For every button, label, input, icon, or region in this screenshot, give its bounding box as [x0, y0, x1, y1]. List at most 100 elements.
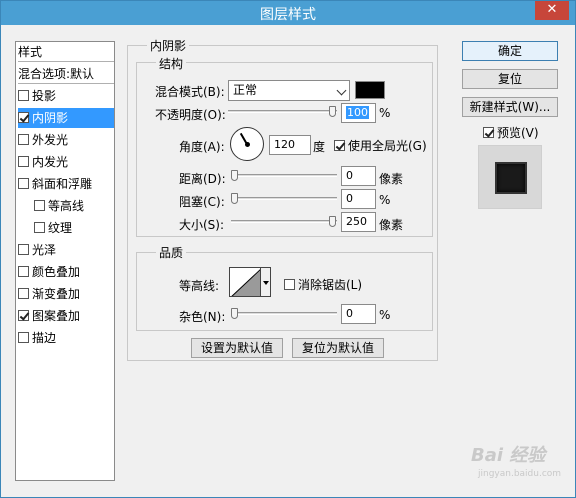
contour-label: 等高线:	[179, 279, 220, 293]
opacity-slider[interactable]	[228, 106, 337, 117]
opacity-input[interactable]: 100	[341, 103, 376, 123]
style-item-drop-shadow[interactable]: 投影	[18, 86, 114, 106]
style-item-color-overlay[interactable]: 颜色叠加	[18, 262, 114, 282]
angle-dial[interactable]	[230, 127, 264, 161]
make-default-button[interactable]: 设置为默认值	[191, 338, 283, 358]
angle-input[interactable]: 120	[269, 135, 311, 155]
angle-unit: 度	[313, 140, 326, 154]
style-item-label: 光泽	[32, 243, 57, 257]
style-item-outer-glow[interactable]: 外发光	[18, 130, 114, 150]
stroke-checkbox[interactable]	[18, 332, 29, 343]
contour-curve-icon	[231, 269, 260, 296]
structure-title: 结构	[156, 55, 187, 72]
distance-slider[interactable]	[231, 170, 337, 181]
new-style-button[interactable]: 新建样式(W)...	[462, 97, 558, 117]
drop-shadow-checkbox[interactable]	[18, 90, 29, 101]
quality-title: 品质	[156, 244, 187, 261]
watermark-url: jingyan.baidu.com	[478, 469, 562, 479]
angle-dial-center	[245, 142, 250, 147]
ok-button[interactable]: 确定	[462, 41, 558, 61]
blend-mode-value: 正常	[233, 83, 258, 97]
style-item-pattern-overlay[interactable]: 图案叠加	[18, 306, 114, 326]
contour-dropdown-button[interactable]	[261, 267, 271, 297]
antialias-checkbox[interactable]	[284, 279, 295, 290]
style-preview-thumbnail	[478, 145, 542, 209]
color-overlay-checkbox[interactable]	[18, 266, 29, 277]
reset-button[interactable]: 复位	[462, 69, 558, 89]
distance-label: 距离(D):	[179, 172, 226, 186]
gradient-overlay-checkbox[interactable]	[18, 288, 29, 299]
reset-to-default-button[interactable]: 复位为默认值	[292, 338, 384, 358]
noise-label: 杂色(N):	[179, 310, 226, 324]
size-input[interactable]: 250	[341, 212, 376, 232]
choke-unit: %	[379, 193, 391, 207]
style-item-inner-shadow[interactable]: 内阴影	[18, 108, 114, 128]
blend-options-item[interactable]: 混合选项:默认	[18, 64, 114, 84]
style-item-gradient-overlay[interactable]: 渐变叠加	[18, 284, 114, 304]
opacity-unit: %	[379, 106, 391, 120]
bevel-emboss-checkbox[interactable]	[18, 178, 29, 189]
size-label: 大小(S):	[179, 218, 225, 232]
style-item-label: 纹理	[48, 221, 73, 235]
distance-unit: 像素	[379, 172, 404, 186]
style-item-label: 图案叠加	[32, 309, 81, 323]
inner-glow-checkbox[interactable]	[18, 156, 29, 167]
style-item-texture[interactable]: 纹理	[18, 218, 114, 238]
blend-mode-select[interactable]: 正常	[228, 80, 350, 101]
outer-glow-checkbox[interactable]	[18, 134, 29, 145]
style-list: 样式 混合选项:默认 投影 内阴影 外发光 内发光 斜面和浮雕 等高线 纹理 光…	[15, 41, 115, 481]
global-light-label: 使用全局光(G)	[348, 139, 427, 153]
noise-slider[interactable]	[231, 308, 337, 319]
style-item-label: 斜面和浮雕	[32, 177, 93, 191]
style-item-label: 颜色叠加	[32, 265, 81, 279]
layer-style-dialog: 图层样式 ✕ 样式 混合选项:默认 投影 内阴影 外发光 内发光 斜面和浮雕 等	[0, 0, 576, 498]
blend-mode-label: 混合模式(B):	[155, 85, 225, 99]
distance-input[interactable]: 0	[341, 166, 376, 186]
choke-slider[interactable]	[231, 193, 337, 204]
style-item-satin[interactable]: 光泽	[18, 240, 114, 260]
texture-checkbox[interactable]	[34, 222, 45, 233]
window-title: 图层样式	[260, 7, 316, 23]
noise-slider-thumb[interactable]	[231, 308, 238, 319]
style-item-contour[interactable]: 等高线	[18, 196, 114, 216]
preview-label: 预览(V)	[497, 126, 539, 140]
pattern-overlay-checkbox[interactable]	[18, 310, 29, 321]
style-item-bevel-emboss[interactable]: 斜面和浮雕	[18, 174, 114, 194]
style-item-label: 渐变叠加	[32, 287, 81, 301]
style-item-label: 描边	[32, 331, 57, 345]
distance-slider-thumb[interactable]	[231, 170, 238, 181]
preview-swatch	[495, 162, 527, 194]
style-item-label: 内发光	[32, 155, 69, 169]
opacity-label: 不透明度(O):	[155, 108, 226, 122]
style-list-header[interactable]: 样式	[18, 42, 114, 62]
inner-shadow-checkbox[interactable]	[18, 112, 29, 123]
satin-checkbox[interactable]	[18, 244, 29, 255]
global-light-checkbox[interactable]	[334, 140, 345, 151]
contour-checkbox[interactable]	[34, 200, 45, 211]
title-bar[interactable]: 图层样式 ✕	[1, 1, 575, 25]
shadow-color-swatch[interactable]	[355, 81, 385, 99]
panel-title: 内阴影	[147, 37, 190, 54]
size-unit: 像素	[379, 218, 404, 232]
opacity-slider-thumb[interactable]	[329, 106, 336, 117]
opacity-value: 100	[346, 106, 369, 119]
antialias-option[interactable]: 消除锯齿(L)	[284, 276, 362, 293]
angle-label: 角度(A):	[179, 140, 225, 154]
style-item-label: 外发光	[32, 133, 69, 147]
noise-input[interactable]: 0	[341, 304, 376, 324]
choke-input[interactable]: 0	[341, 189, 376, 209]
style-item-inner-glow[interactable]: 内发光	[18, 152, 114, 172]
style-item-label: 等高线	[48, 199, 85, 213]
preview-checkbox[interactable]	[483, 127, 494, 138]
contour-picker[interactable]	[229, 267, 261, 297]
preview-option[interactable]: 预览(V)	[483, 124, 539, 141]
chevron-down-icon	[336, 85, 347, 96]
style-item-stroke[interactable]: 描边	[18, 328, 114, 348]
global-light-option[interactable]: 使用全局光(G)	[334, 137, 427, 154]
size-slider-thumb[interactable]	[329, 216, 336, 227]
noise-unit: %	[379, 308, 391, 322]
close-button[interactable]: ✕	[535, 1, 569, 20]
choke-slider-thumb[interactable]	[231, 193, 238, 204]
size-slider[interactable]	[231, 216, 337, 227]
style-item-label: 内阴影	[32, 111, 69, 125]
